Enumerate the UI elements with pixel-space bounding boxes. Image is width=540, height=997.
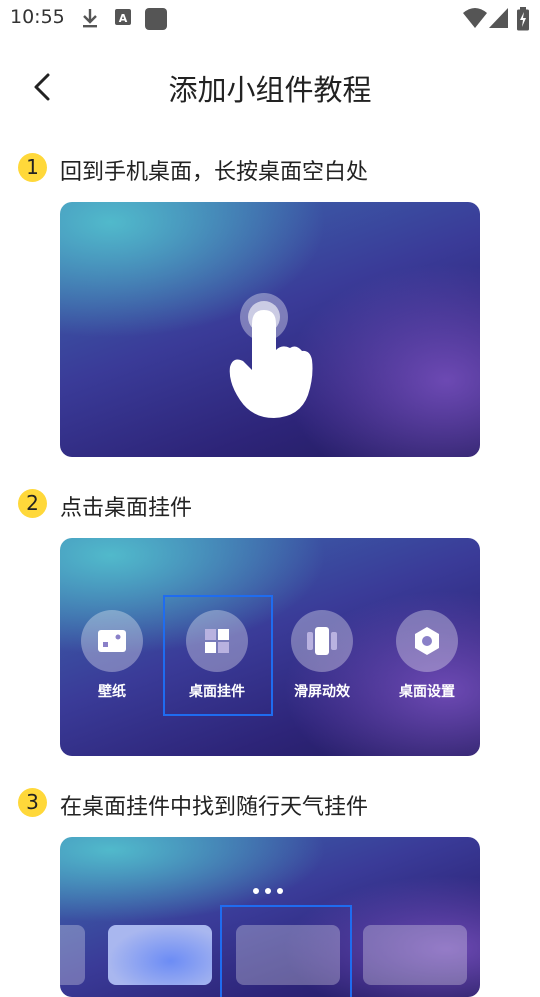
download-icon: [83, 9, 97, 28]
option-wallpaper: 壁纸: [77, 610, 147, 701]
page-title: 添加小组件教程: [168, 73, 372, 107]
step-instruction: 在桌面挂件中找到随行天气挂件: [60, 795, 369, 820]
battery-charging-icon: [517, 7, 529, 31]
top-bar: 添加小组件教程: [0, 55, 540, 115]
page-indicator-dots: [250, 879, 290, 894]
option-slide-effect: 滑屏动效: [287, 610, 357, 701]
square-app-icon: [145, 8, 167, 30]
svg-text:A: A: [119, 12, 128, 25]
step-instruction: 回到手机桌面，长按桌面空白处: [60, 160, 369, 185]
hexagon-settings-icon: [415, 627, 439, 655]
font-a-icon: A: [115, 9, 131, 25]
widget-thumbnail: [363, 925, 467, 985]
step-number-badge: 3: [18, 788, 47, 817]
wifi-icon: [463, 8, 487, 28]
step-3-illustration: [60, 837, 480, 997]
highlight-frame: [163, 595, 273, 716]
step-instruction: 点击桌面挂件: [60, 496, 193, 521]
slide-effect-icon: [307, 627, 337, 655]
wallpaper-icon: [98, 630, 126, 652]
status-bar: 10:55 A: [0, 0, 540, 38]
highlight-frame: [220, 905, 352, 997]
step-number-badge: 1: [18, 153, 47, 182]
widget-thumbnail: [108, 925, 212, 985]
status-time: 10:55: [10, 6, 65, 28]
step-2-illustration: 壁纸 桌面挂件 滑屏动效 桌面设置: [60, 538, 480, 756]
widget-thumbnail: [60, 925, 85, 985]
step-1-illustration: [60, 202, 480, 457]
signal-icon: [489, 8, 508, 28]
step-number-badge: 2: [18, 489, 47, 518]
tap-hand-icon: [229, 293, 313, 418]
option-desktop-settings: 桌面设置: [392, 610, 462, 701]
